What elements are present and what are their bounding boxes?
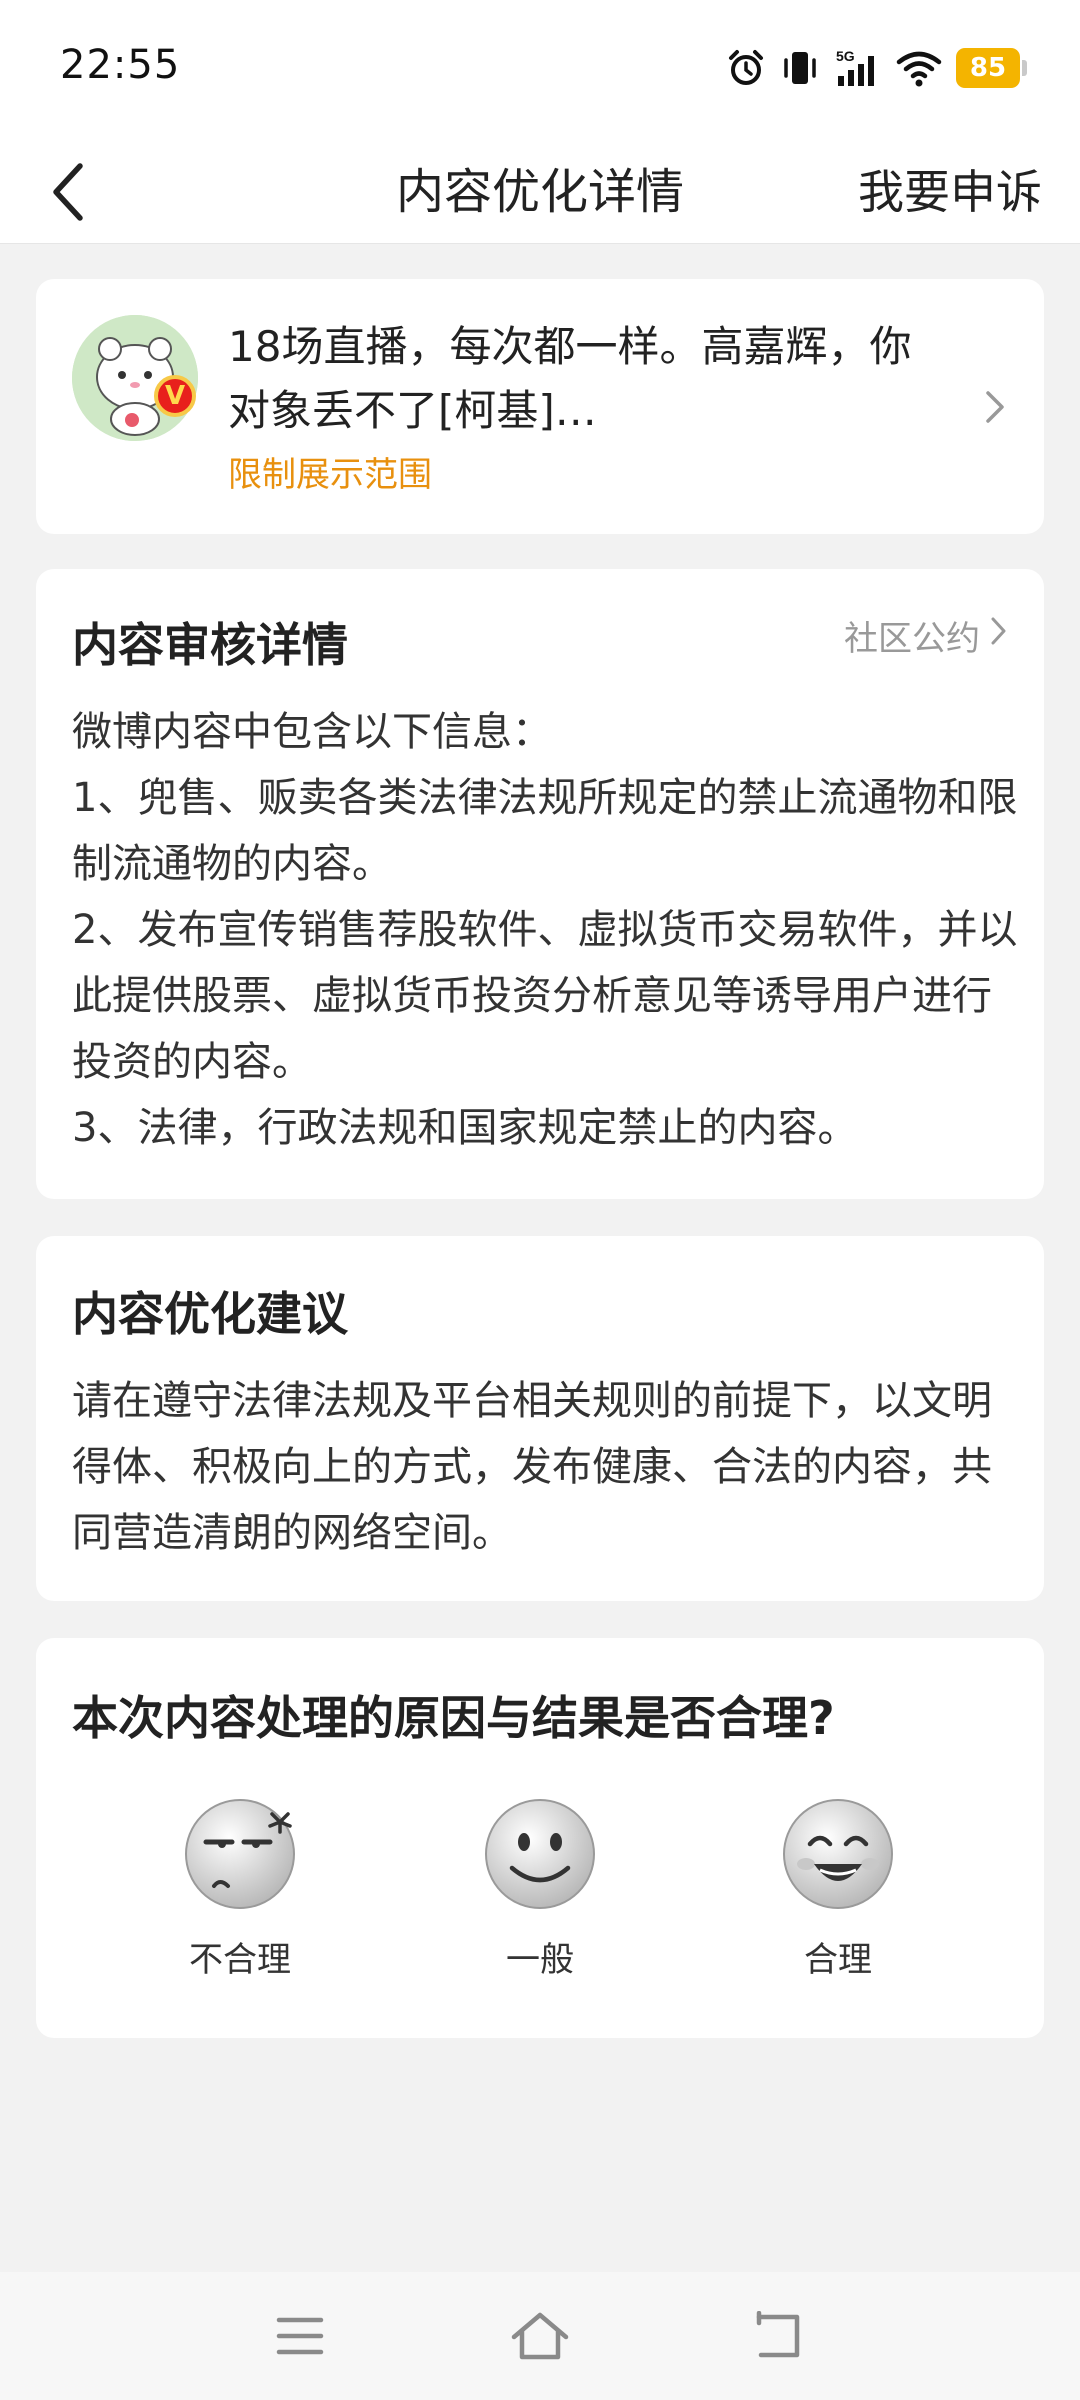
- feedback-question: 本次内容处理的原因与结果是否合理?: [72, 1691, 835, 1745]
- post-status: 限制展示范围: [228, 455, 432, 495]
- back-nav-icon: [756, 2311, 800, 2358]
- review-card: 内容审核详情 社区公约 微博内容中包含以下信息： 1、兜售、贩卖各类法律法规所规…: [36, 569, 1044, 1199]
- review-intro: 微博内容中包含以下信息：: [72, 709, 552, 755]
- home-button[interactable]: [510, 2306, 570, 2366]
- happy-face-icon: [783, 1799, 893, 1909]
- system-nav-bar: [0, 2272, 1080, 2400]
- feedback-option-neutral[interactable]: 一般: [440, 1798, 640, 1981]
- header: 内容优化详情 我要申诉: [0, 140, 1080, 244]
- post-text: 18场直播，每次都一样。高嘉辉，你对象丢不了[柯基]…: [228, 322, 912, 435]
- vibrate-icon: [780, 48, 820, 88]
- annoyed-face-icon: [185, 1799, 295, 1909]
- feedback-option-label: 一般: [506, 1940, 574, 1980]
- review-item: 1、兜售、贩卖各类法律法规所规定的禁止流通物和限制流通物的内容。: [72, 775, 1018, 887]
- feedback-option-label: 合理: [804, 1940, 872, 1980]
- suggestion-card: 内容优化建议 请在遵守法律法规及平台相关规则的前提下，以文明得体、积极向上的方式…: [36, 1236, 1044, 1601]
- status-bar: 22:55 5G 85: [0, 0, 1080, 140]
- network-label: 5G: [836, 48, 855, 64]
- review-body: 微博内容中包含以下信息： 1、兜售、贩卖各类法律法规所规定的禁止流通物和限制流通…: [72, 699, 1022, 1161]
- menu-button[interactable]: [270, 2306, 330, 2366]
- menu-icon: [276, 2317, 324, 2355]
- suggestion-body: 请在遵守法律法规及平台相关规则的前提下，以文明得体、积极向上的方式，发布健康、合…: [72, 1378, 992, 1556]
- back-nav-button[interactable]: [750, 2306, 810, 2366]
- feedback-option-reasonable[interactable]: 合理: [738, 1798, 938, 1981]
- suggestion-title: 内容优化建议: [72, 1287, 348, 1341]
- feedback-option-unreasonable[interactable]: 不合理: [140, 1798, 340, 1981]
- status-icons: 5G 85: [726, 44, 1027, 92]
- review-item: 3、法律，行政法规和国家规定禁止的内容。: [72, 1105, 858, 1151]
- status-time: 22:55: [60, 42, 181, 88]
- battery-icon: 85: [956, 48, 1027, 88]
- appeal-button[interactable]: 我要申诉: [858, 140, 1042, 244]
- chevron-right-icon: [990, 615, 1008, 656]
- home-icon: [511, 2312, 569, 2360]
- signal-icon: 5G: [834, 48, 882, 88]
- feedback-card: 本次内容处理的原因与结果是否合理? 不合理 一般 合理: [36, 1638, 1044, 2038]
- wifi-icon: [896, 48, 942, 88]
- back-button[interactable]: [28, 150, 108, 234]
- review-title: 内容审核详情: [72, 618, 348, 672]
- neutral-face-icon: [485, 1799, 595, 1909]
- chevron-right-icon: [984, 387, 1008, 431]
- review-item: 2、发布宣传销售荐股软件、虚拟货币交易软件，并以此提供股票、虚拟货币投资分析意见…: [72, 907, 1018, 1085]
- back-arrow-icon: [53, 163, 83, 221]
- alarm-icon: [726, 48, 766, 88]
- community-rules-label: 社区公约: [844, 619, 980, 659]
- feedback-option-label: 不合理: [189, 1940, 291, 1980]
- verified-badge: V: [154, 375, 196, 417]
- post-card[interactable]: V 18场直播，每次都一样。高嘉辉，你对象丢不了[柯基]… 限制展示范围: [36, 279, 1044, 534]
- community-rules-link[interactable]: 社区公约: [844, 611, 1008, 660]
